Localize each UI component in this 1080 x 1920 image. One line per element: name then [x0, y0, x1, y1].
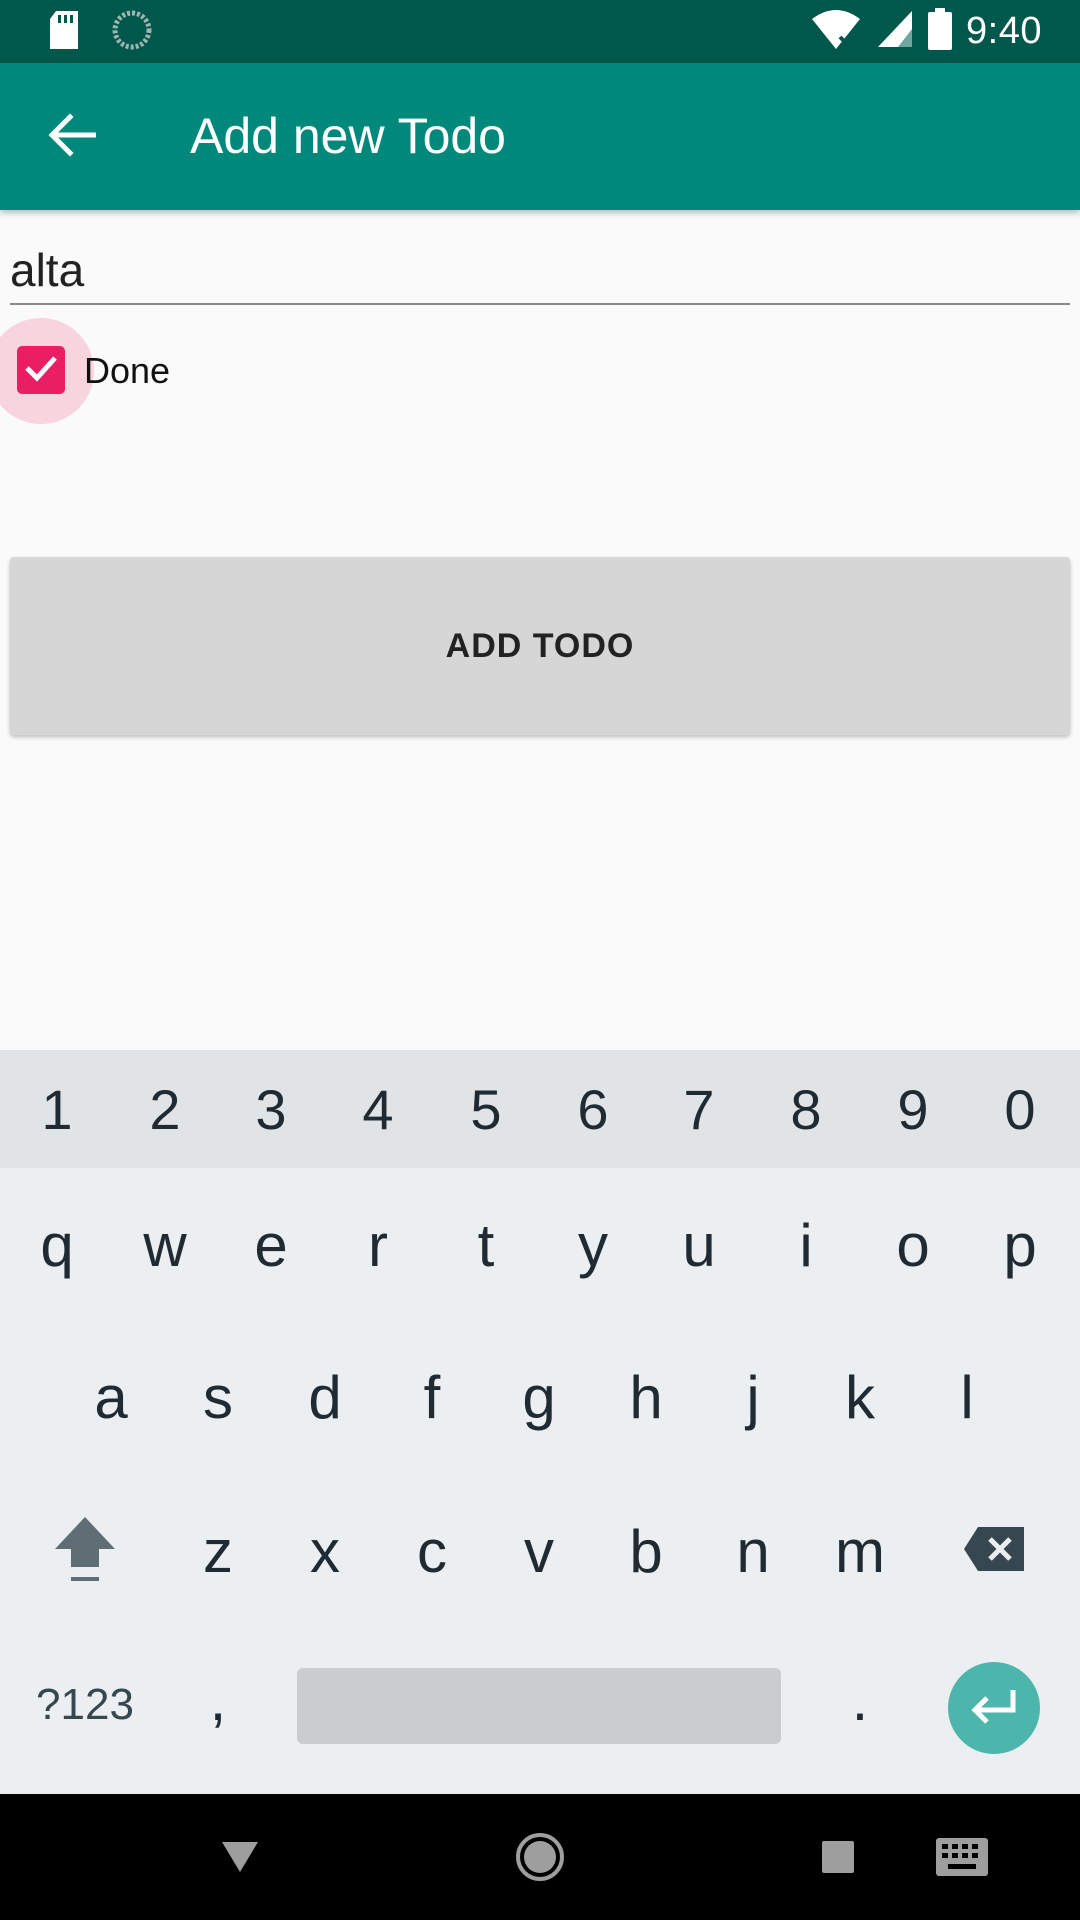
navigation-bar	[0, 1794, 1080, 1920]
key-r[interactable]: r	[325, 1190, 431, 1300]
enter-icon	[969, 1688, 1019, 1729]
key-y[interactable]: y	[540, 1190, 646, 1300]
home-circle-icon	[514, 1831, 566, 1888]
shift-key[interactable]	[32, 1496, 138, 1606]
key-j[interactable]: j	[700, 1342, 806, 1452]
check-icon	[23, 353, 59, 388]
nav-home-button[interactable]	[506, 1824, 574, 1894]
key-m[interactable]: m	[807, 1496, 913, 1606]
key-g[interactable]: g	[486, 1342, 592, 1452]
key-2[interactable]: 2	[112, 1054, 218, 1164]
key-x[interactable]: x	[272, 1496, 378, 1606]
key-v[interactable]: v	[486, 1496, 592, 1606]
sync-icon	[112, 10, 152, 55]
key-q[interactable]: q	[4, 1190, 110, 1300]
number-row: 1 2 3 4 5 6 7 8 9 0	[0, 1050, 1080, 1168]
key-f[interactable]: f	[379, 1342, 485, 1452]
shift-icon	[53, 1513, 117, 1590]
key-5[interactable]: 5	[433, 1054, 539, 1164]
key-3[interactable]: 3	[218, 1054, 324, 1164]
key-w[interactable]: w	[112, 1190, 218, 1300]
enter-key[interactable]	[948, 1662, 1040, 1754]
key-l[interactable]: l	[914, 1342, 1020, 1452]
space-key[interactable]	[297, 1668, 781, 1744]
nav-back-button[interactable]	[206, 1824, 274, 1894]
recents-square-icon	[821, 1840, 855, 1879]
key-1[interactable]: 1	[4, 1054, 110, 1164]
key-o[interactable]: o	[860, 1190, 966, 1300]
key-u[interactable]: u	[646, 1190, 752, 1300]
key-7[interactable]: 7	[646, 1054, 752, 1164]
backspace-icon	[962, 1525, 1028, 1578]
key-i[interactable]: i	[753, 1190, 859, 1300]
status-time: 9:40	[966, 10, 1042, 52]
back-triangle-icon	[220, 1840, 260, 1879]
key-4[interactable]: 4	[325, 1054, 431, 1164]
sd-card-icon	[48, 11, 80, 54]
key-d[interactable]: d	[272, 1342, 378, 1452]
done-checkbox[interactable]	[17, 346, 65, 394]
key-9[interactable]: 9	[860, 1054, 966, 1164]
key-s[interactable]: s	[165, 1342, 271, 1452]
key-a[interactable]: a	[58, 1342, 164, 1452]
backspace-key[interactable]	[942, 1496, 1048, 1606]
keyboard-switch-button[interactable]	[928, 1824, 996, 1894]
battery-icon	[928, 8, 953, 55]
key-k[interactable]: k	[807, 1342, 913, 1452]
key-t[interactable]: t	[433, 1190, 539, 1300]
add-todo-button[interactable]: ADD TODO	[10, 557, 1070, 735]
key-0[interactable]: 0	[967, 1054, 1073, 1164]
soft-keyboard: 1 2 3 4 5 6 7 8 9 0 q w e r t y u i o p …	[0, 1050, 1080, 1794]
keyboard-switch-icon	[936, 1837, 988, 1881]
key-c[interactable]: c	[379, 1496, 485, 1606]
nav-recents-button[interactable]	[804, 1824, 872, 1894]
key-8[interactable]: 8	[753, 1054, 859, 1164]
key-e[interactable]: e	[218, 1190, 324, 1300]
symbols-key[interactable]: ?123	[10, 1650, 160, 1760]
input-underline	[10, 303, 1070, 305]
key-z[interactable]: z	[165, 1496, 271, 1606]
key-n[interactable]: n	[700, 1496, 806, 1606]
key-p[interactable]: p	[967, 1190, 1073, 1300]
arrow-back-icon	[48, 112, 97, 162]
key-6[interactable]: 6	[540, 1054, 646, 1164]
todo-text-input[interactable]	[10, 236, 1070, 304]
page-title: Add new Todo	[190, 108, 506, 164]
back-button[interactable]	[34, 99, 110, 175]
wifi-off-icon	[810, 9, 862, 54]
period-key[interactable]: .	[807, 1644, 913, 1754]
signal-icon	[876, 9, 914, 54]
comma-key[interactable]: ,	[165, 1644, 271, 1754]
done-label[interactable]: Done	[84, 350, 170, 392]
key-h[interactable]: h	[593, 1342, 699, 1452]
status-bar: 9:40	[0, 0, 1080, 63]
app-bar: Add new Todo	[0, 63, 1080, 210]
key-b[interactable]: b	[593, 1496, 699, 1606]
